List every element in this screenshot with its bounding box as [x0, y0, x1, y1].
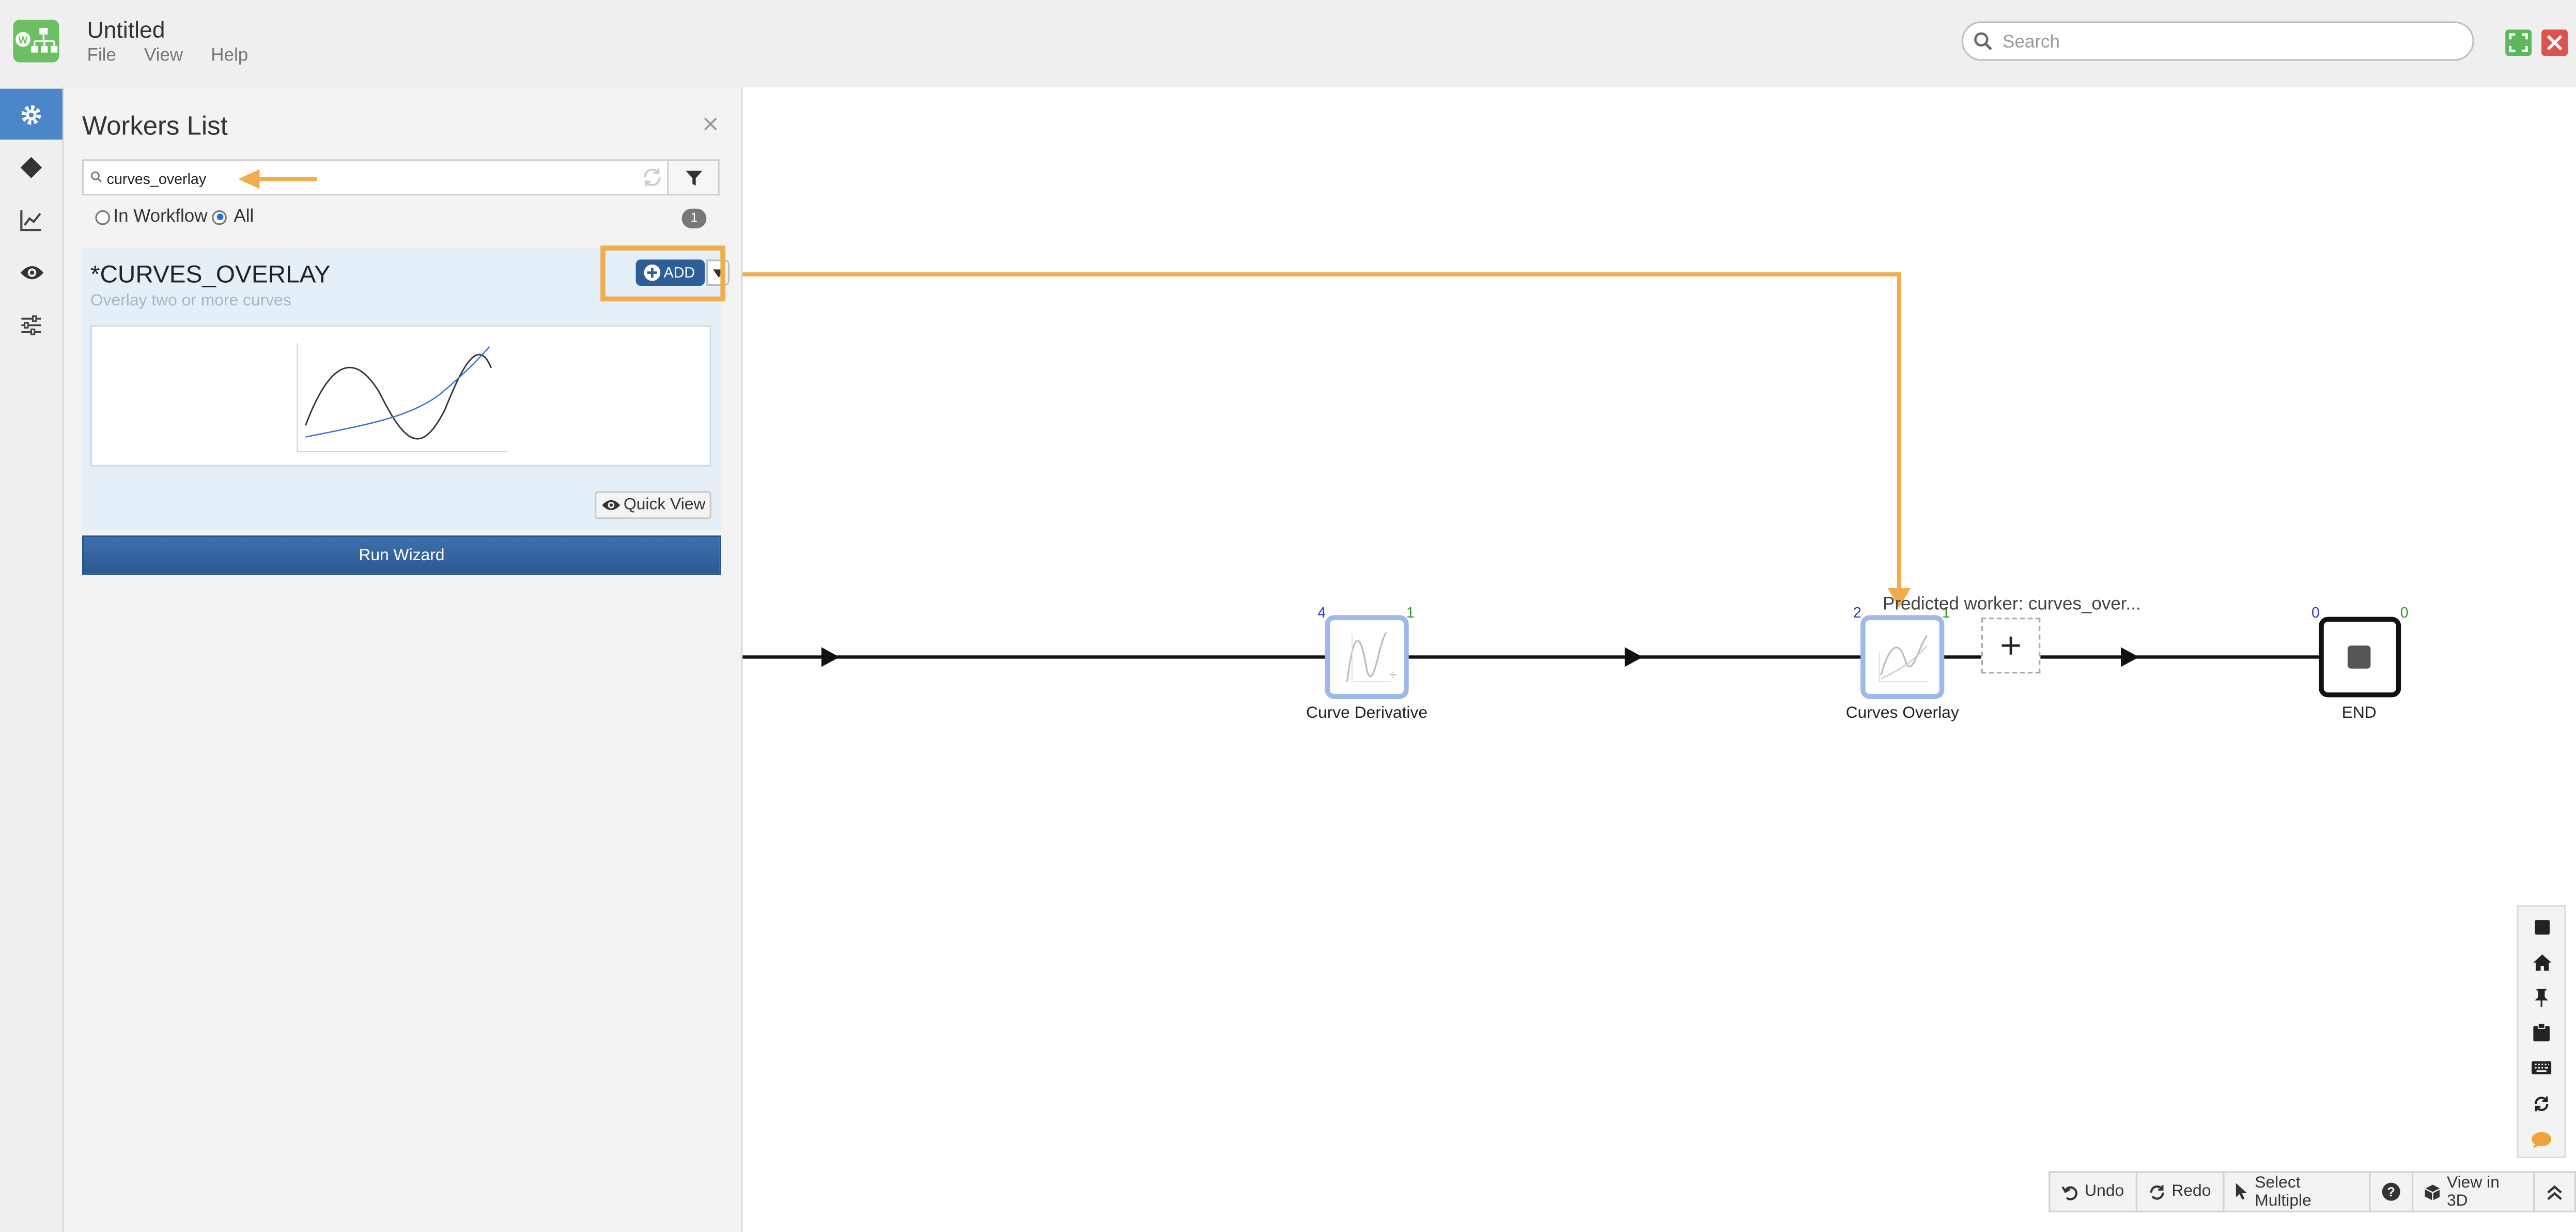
stop-icon	[2534, 919, 2549, 934]
keyboard-icon	[2532, 1061, 2552, 1074]
view-3d-label: View in 3D	[2446, 1174, 2500, 1210]
undo-icon	[2061, 1185, 2077, 1200]
keyboard-button[interactable]	[2519, 1050, 2565, 1086]
help-icon: ?	[2382, 1182, 2400, 1201]
view-3d-button[interactable]: View in 3D	[2413, 1173, 2535, 1211]
bottom-toolbar: Undo Redo Select Multiple ? View in 3D	[2049, 1171, 2576, 1212]
highlight-arrow-head	[238, 169, 260, 189]
sync-button[interactable]	[2519, 1086, 2565, 1122]
undo-button[interactable]: Undo	[2050, 1173, 2137, 1211]
home-button[interactable]	[2519, 945, 2565, 981]
cube-icon	[2424, 1183, 2441, 1200]
cursor-icon	[2236, 1183, 2247, 1200]
pin-button[interactable]	[2519, 979, 2565, 1015]
collapse-toolbar-button[interactable]	[2535, 1173, 2574, 1211]
select-multiple-button[interactable]: Select Multiple	[2224, 1173, 2370, 1211]
select-multiple-label: Select Multiple	[2255, 1174, 2311, 1210]
double-chevron-up-icon	[2547, 1184, 2562, 1199]
tutorial-highlights	[238, 169, 725, 302]
undo-label: Undo	[2085, 1182, 2124, 1201]
chat-button[interactable]	[2519, 1122, 2565, 1158]
stop-button[interactable]	[2519, 908, 2565, 945]
pin-icon	[2535, 988, 2548, 1006]
highlight-box-add	[600, 245, 725, 302]
refresh-icon	[2534, 1096, 2549, 1112]
home-icon	[2532, 954, 2551, 971]
help-button[interactable]: ?	[2370, 1173, 2413, 1211]
svg-text:?: ?	[2387, 1185, 2395, 1199]
redo-icon	[2150, 1184, 2164, 1199]
clipboard-icon	[2533, 1022, 2550, 1041]
redo-label: Redo	[2171, 1182, 2211, 1201]
clipboard-button[interactable]	[2519, 1013, 2565, 1050]
right-toolbar	[2517, 905, 2566, 1158]
chat-icon	[2532, 1132, 2552, 1148]
redo-button[interactable]: Redo	[2137, 1173, 2224, 1211]
